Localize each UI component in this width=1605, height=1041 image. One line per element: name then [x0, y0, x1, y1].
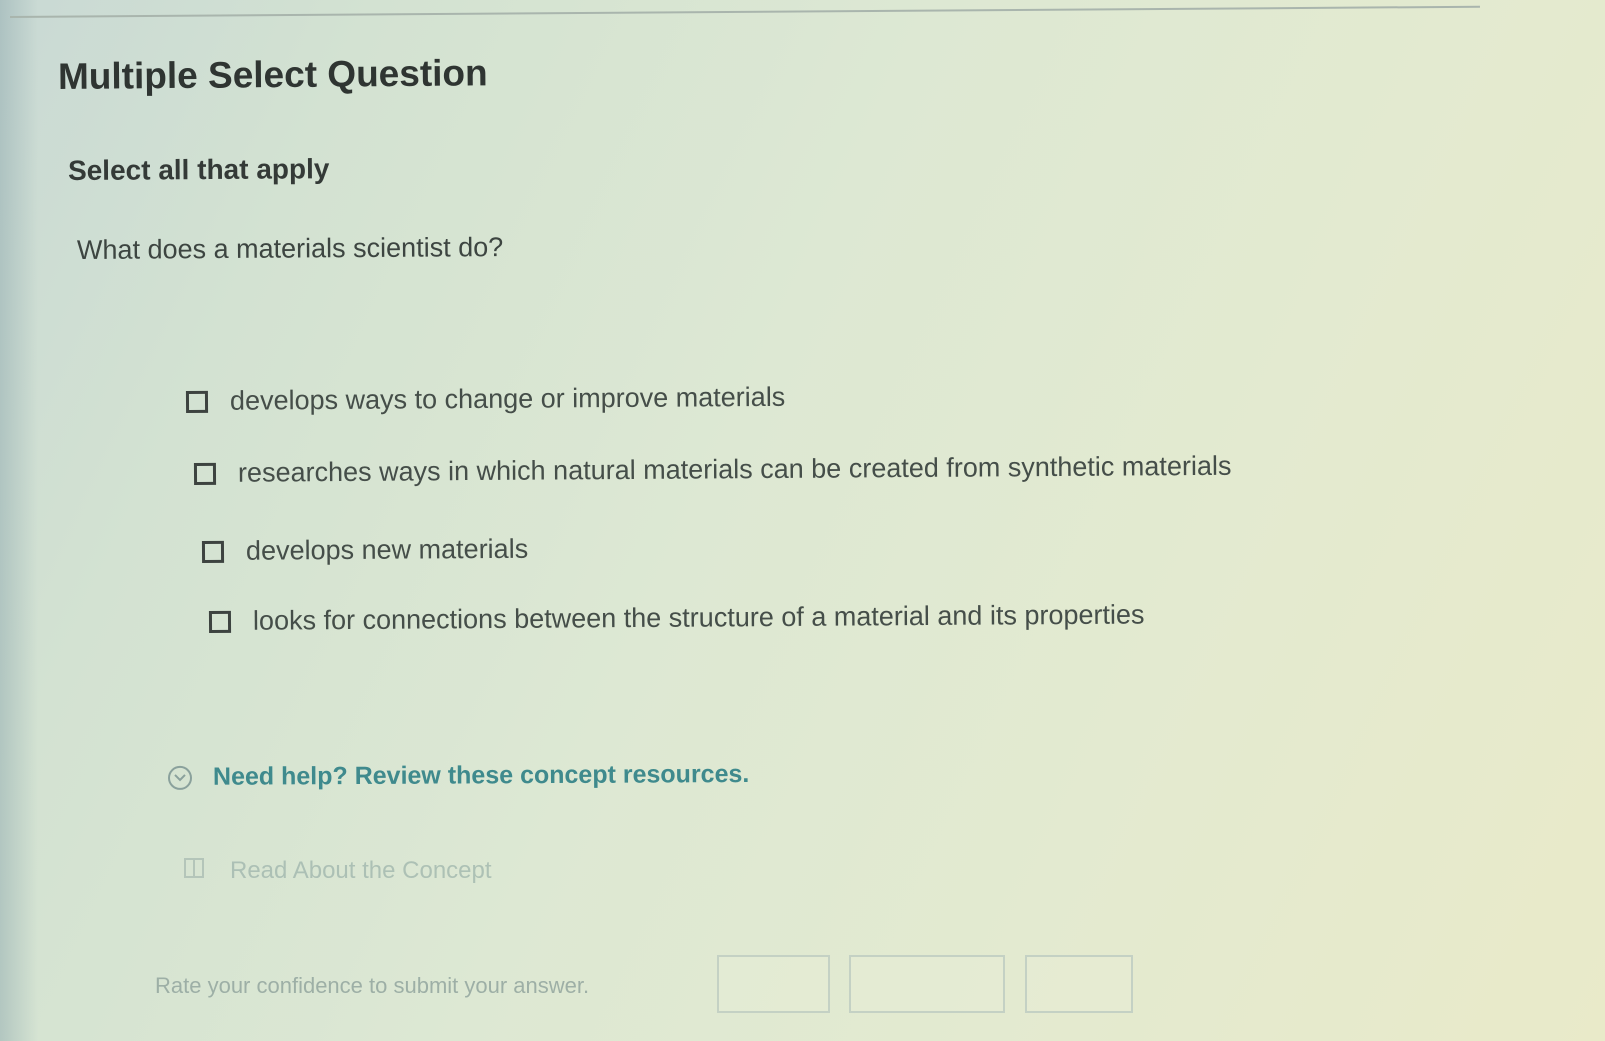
top-divider	[9, 5, 1480, 18]
left-edge-shadow	[0, 0, 38, 1041]
answer-option-label: researches ways in which natural materia…	[237, 450, 1232, 488]
answer-option-3[interactable]: develops new materials	[201, 533, 529, 567]
confidence-button-3[interactable]	[1025, 955, 1133, 1013]
confidence-button-1[interactable]	[717, 955, 830, 1013]
question-prompt: What does a materials scientist do?	[76, 232, 504, 265]
confidence-button-2[interactable]	[849, 955, 1005, 1013]
answer-option-label: develops new materials	[245, 533, 529, 566]
concept-resources-label: Need help? Review these concept resource…	[212, 759, 750, 791]
answer-option-label: develops ways to change or improve mater…	[229, 381, 786, 416]
question-instruction: Select all that apply	[67, 153, 330, 186]
concept-resources-toggle[interactable]: Need help? Review these concept resource…	[167, 759, 750, 792]
chevron-down-circle-icon	[167, 765, 193, 790]
read-about-concept-label: Read About the Concept	[230, 856, 492, 884]
question-type-title: Multiple Select Question	[57, 52, 488, 97]
read-about-concept-link[interactable]: Read About the Concept	[182, 856, 492, 885]
answer-option-4[interactable]: looks for connections between the struct…	[208, 599, 1145, 637]
answer-checkbox[interactable]	[185, 390, 209, 413]
answer-checkbox[interactable]	[208, 610, 232, 633]
book-icon	[182, 856, 230, 885]
answer-checkbox[interactable]	[193, 462, 217, 485]
answer-option-1[interactable]: develops ways to change or improve mater…	[185, 381, 786, 417]
confidence-prompt: Rate your confidence to submit your answ…	[155, 973, 590, 998]
answer-checkbox[interactable]	[201, 540, 225, 563]
answer-option-label: looks for connections between the struct…	[252, 599, 1145, 636]
answer-option-2[interactable]: researches ways in which natural materia…	[193, 450, 1232, 489]
